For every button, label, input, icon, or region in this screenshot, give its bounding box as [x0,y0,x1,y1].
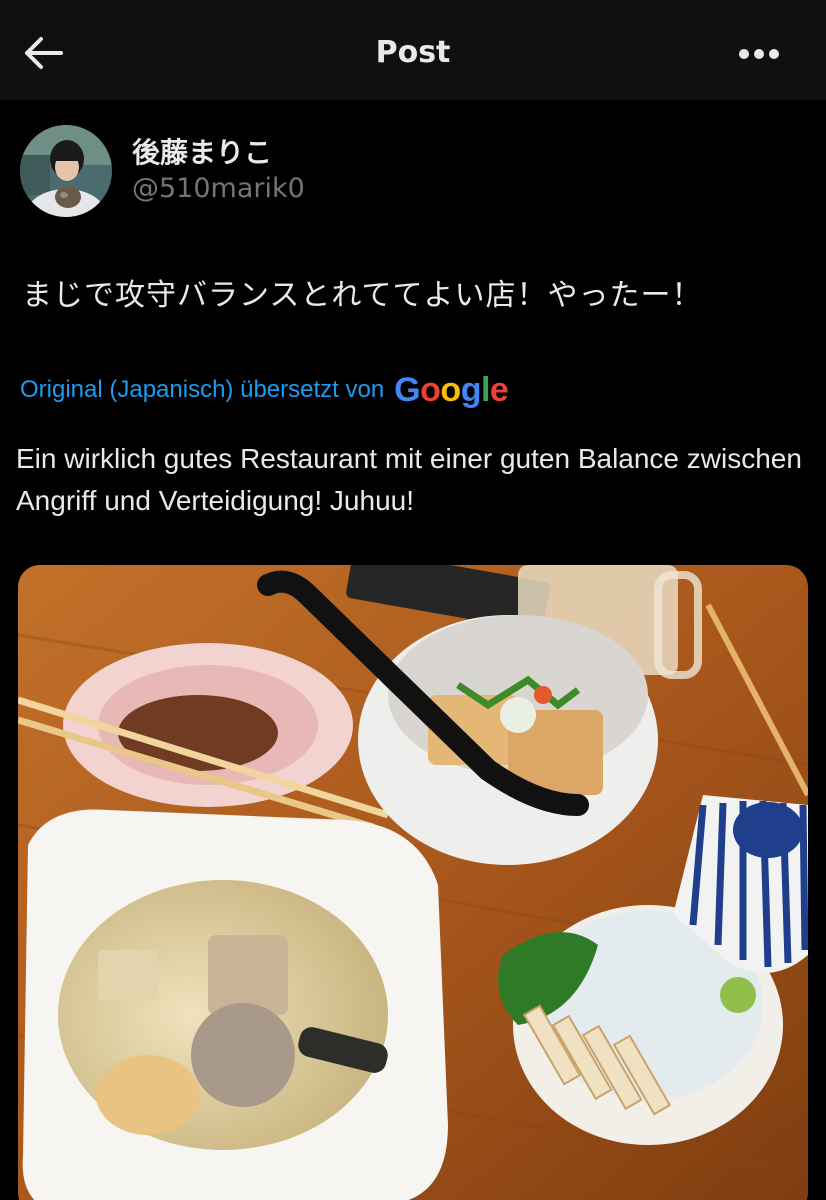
page-title: Post [375,35,451,70]
more-horizontal-icon [739,49,779,59]
post-screen: Post 後藤まりこ @510marik0 まじで攻守バランスとれててよい店！や… [0,0,826,1200]
post-author: 後藤まりこ @510marik0 [20,125,800,220]
translation-attribution[interactable]: Original (Japanisch) übersetzt von Googl… [20,368,810,412]
avatar-image [20,125,112,217]
translation-label: Original (Japanisch) übersetzt von [20,376,385,403]
top-bar: Post [0,0,826,100]
post-photo[interactable] [18,565,808,1200]
author-handle[interactable]: @510marik0 [132,173,305,204]
post-text: まじで攻守バランスとれててよい店！やったー！ [22,278,703,313]
translated-text: Ein wirklich gutes Restaurant mit einer … [16,443,802,516]
author-display-name[interactable]: 後藤まりこ [132,131,272,171]
food-photo [18,565,808,1200]
google-logo: Google [394,371,509,409]
more-button[interactable] [732,34,786,74]
avatar[interactable] [20,125,112,217]
